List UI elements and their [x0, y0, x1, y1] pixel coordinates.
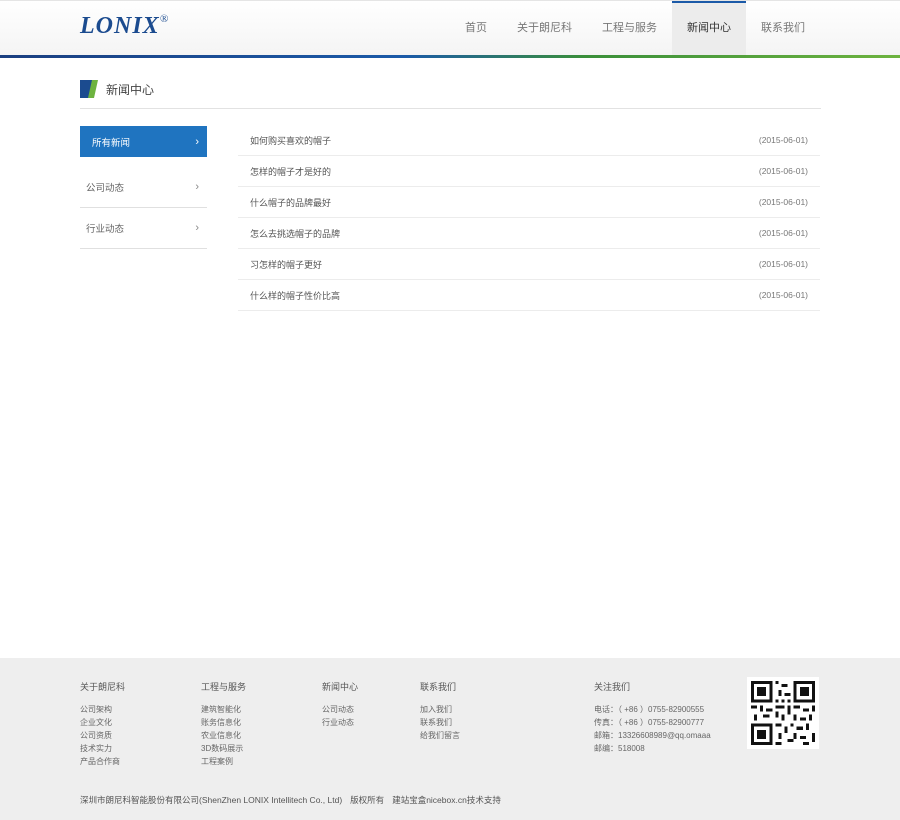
footer-fax: 传真：（ +86 ）0755-82900777: [594, 718, 705, 727]
footer-link[interactable]: 产品合作商: [80, 755, 125, 768]
nav-about[interactable]: 关于朗尼科: [502, 1, 587, 56]
footer-link[interactable]: 公司架构: [80, 703, 125, 716]
site-header: LONIX ® 首页 关于朗尼科 工程与服务 新闻中心 联系我们: [0, 0, 900, 56]
sidebar-item-all-news[interactable]: 所有新闻 ›: [80, 126, 207, 157]
section-title: 新闻中心: [80, 79, 154, 99]
news-date: (2015-06-01): [758, 259, 808, 269]
sidebar-item-label: 行业动态: [86, 224, 125, 235]
news-title-link[interactable]: 什么样的帽子性价比高: [250, 289, 340, 302]
footer-column-title[interactable]: 新闻中心: [322, 680, 358, 693]
footer-link[interactable]: 联系我们: [420, 716, 460, 729]
footer-link[interactable]: 建筑智能化: [201, 703, 246, 716]
list-item[interactable]: 习怎样的帽子更好 (2015-06-01): [238, 249, 820, 280]
list-item[interactable]: 什么帽子的品牌最好 (2015-06-01): [238, 187, 820, 218]
sidebar-item-industry-news[interactable]: 行业动态 ›: [80, 208, 207, 249]
support-link[interactable]: 建站宝盒nicebox.cn技术支持: [392, 795, 501, 805]
list-item[interactable]: 怎样的帽子才是好的 (2015-06-01): [238, 156, 820, 187]
qr-code-icon: [747, 677, 819, 749]
footer-link[interactable]: 给我们留言: [420, 729, 460, 742]
registered-mark: ®: [160, 13, 170, 25]
news-date: (2015-06-01): [758, 135, 808, 145]
sidebar-item-label: 公司动态: [86, 183, 125, 194]
footer-column-about: 关于朗尼科 公司架构 企业文化 公司资质 技术实力 产品合作商: [80, 680, 125, 768]
site-footer: 关于朗尼科 公司架构 企业文化 公司资质 技术实力 产品合作商 工程与服务 建筑…: [0, 658, 900, 820]
chevron-right-icon: ›: [195, 222, 199, 234]
footer-column-title[interactable]: 工程与服务: [201, 680, 246, 693]
section-title-text: 新闻中心: [106, 82, 155, 97]
chevron-right-icon: ›: [195, 135, 199, 148]
news-category-sidebar: 所有新闻 › 公司动态 › 行业动态 ›: [80, 126, 207, 249]
footer-link[interactable]: 企业文化: [80, 716, 125, 729]
footer-link[interactable]: 公司动态: [322, 703, 358, 716]
list-item[interactable]: 如何购买喜欢的帽子 (2015-06-01): [238, 125, 820, 156]
footer-column-contact: 联系我们 加入我们 联系我们 给我们留言: [420, 680, 460, 742]
news-title-link[interactable]: 习怎样的帽子更好: [250, 258, 322, 271]
footer-email[interactable]: 邮箱：13326608989@qq.omaaa: [594, 729, 711, 742]
copyright-rights: 版权所有: [350, 795, 385, 805]
footer-column-title[interactable]: 联系我们: [420, 680, 460, 693]
footer-column-title[interactable]: 关于朗尼科: [80, 680, 125, 693]
news-title-link[interactable]: 什么帽子的品牌最好: [250, 196, 331, 209]
footer-column-news: 新闻中心 公司动态 行业动态: [322, 680, 358, 729]
news-title-link[interactable]: 怎样的帽子才是好的: [250, 165, 331, 178]
section-divider: [80, 108, 821, 109]
news-date: (2015-06-01): [758, 166, 808, 176]
footer-link[interactable]: 行业动态: [322, 716, 358, 729]
news-title-link[interactable]: 如何购买喜欢的帽子: [250, 134, 331, 147]
chevron-right-icon: ›: [195, 181, 199, 193]
footer-link[interactable]: 农业信息化: [201, 729, 246, 742]
footer-link[interactable]: 公司资质: [80, 729, 125, 742]
sidebar-item-label: 所有新闻: [92, 137, 131, 149]
copyright-text: 深圳市朗尼科智能股份有限公司(ShenZhen LONIX Intellitec…: [80, 794, 509, 806]
footer-column-services: 工程与服务 建筑智能化 账务信息化 农业信息化 3D数码展示 工程案例: [201, 680, 246, 768]
sidebar-item-company-news[interactable]: 公司动态 ›: [80, 167, 207, 208]
nav-services[interactable]: 工程与服务: [587, 1, 672, 56]
nav-news[interactable]: 新闻中心: [672, 1, 746, 56]
footer-link[interactable]: 工程案例: [201, 755, 246, 768]
footer-phone: 电话：（ +86 ）0755-82900555: [594, 705, 705, 714]
news-title-link[interactable]: 怎么去挑选帽子的品牌: [250, 227, 340, 240]
nav-home[interactable]: 首页: [450, 1, 502, 56]
news-date: (2015-06-01): [758, 228, 808, 238]
list-item[interactable]: 怎么去挑选帽子的品牌 (2015-06-01): [238, 218, 820, 249]
footer-postcode: 邮编：518008: [594, 744, 645, 753]
news-date: (2015-06-01): [758, 290, 808, 300]
footer-link[interactable]: 账务信息化: [201, 716, 246, 729]
copyright-company: 深圳市朗尼科智能股份有限公司(ShenZhen LONIX Intellitec…: [80, 795, 343, 805]
list-item[interactable]: 什么样的帽子性价比高 (2015-06-01): [238, 280, 820, 311]
footer-link[interactable]: 3D数码展示: [201, 742, 246, 755]
news-date: (2015-06-01): [758, 197, 808, 207]
nav-contact[interactable]: 联系我们: [746, 1, 820, 56]
main-nav: 首页 关于朗尼科 工程与服务 新闻中心 联系我们: [450, 1, 820, 56]
footer-column-follow: 关注我们 电话：（ +86 ）0755-82900555 传真：（ +86 ）0…: [594, 680, 711, 755]
lonix-logo[interactable]: LONIX ®: [80, 13, 168, 40]
header-accent-bar: [0, 55, 900, 58]
news-list: 如何购买喜欢的帽子 (2015-06-01) 怎样的帽子才是好的 (2015-0…: [238, 125, 820, 311]
footer-column-title: 关注我们: [594, 682, 631, 692]
logo-text: LONIX: [80, 13, 160, 39]
footer-link[interactable]: 技术实力: [80, 742, 125, 755]
footer-link[interactable]: 加入我们: [420, 703, 460, 716]
section-flag-icon: [80, 80, 98, 98]
